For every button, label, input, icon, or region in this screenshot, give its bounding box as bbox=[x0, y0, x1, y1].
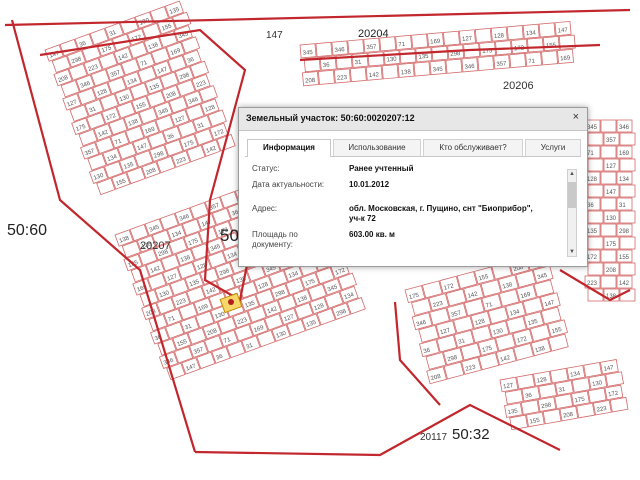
parcel-number: 135 bbox=[587, 229, 598, 235]
parcel-number: 147 bbox=[606, 190, 617, 196]
parcel-number: 31 bbox=[355, 60, 363, 67]
parcel-number: 357 bbox=[496, 61, 507, 68]
parcel-number: 208 bbox=[606, 268, 617, 274]
parcel-number: 357 bbox=[366, 44, 377, 51]
tab-content: Статус: Ранее учтенный Дата актуальности… bbox=[245, 158, 571, 258]
parcel-number: 345 bbox=[432, 67, 443, 74]
scroll-up-icon[interactable]: ▲ bbox=[568, 170, 576, 178]
parcel-number: 130 bbox=[386, 57, 397, 64]
popup-scrollbar[interactable]: ▲ ▼ bbox=[567, 169, 577, 257]
parcel-number: 346 bbox=[619, 125, 630, 131]
date-label: Дата актуальности: bbox=[252, 180, 325, 189]
status-value: Ранее учтенный bbox=[349, 164, 414, 173]
popup-header: Земельный участок: 50:60:0020207:12 × bbox=[239, 108, 587, 131]
parcel-number: 135 bbox=[418, 54, 429, 61]
parcel-number: 172 bbox=[587, 255, 598, 261]
parcel-number: 298 bbox=[619, 229, 630, 235]
address-value: уч-к 72 bbox=[349, 214, 376, 223]
parcel-number: 142 bbox=[369, 72, 380, 79]
parcel-number: 208 bbox=[305, 78, 316, 85]
parcel-number: 138 bbox=[401, 69, 412, 76]
area-value: 603.00 кв. м bbox=[349, 230, 395, 239]
parcel-number: 169 bbox=[560, 55, 571, 62]
parcel-number: 175 bbox=[606, 242, 617, 248]
address-value: обл. Московская, г. Пущино, снт "Биоприб… bbox=[349, 204, 533, 213]
address-label: Адрес: bbox=[252, 204, 278, 213]
tab-who-serves[interactable]: Кто обслуживает? bbox=[423, 139, 523, 156]
scroll-down-icon[interactable]: ▼ bbox=[568, 248, 576, 256]
area-label: документу: bbox=[252, 240, 293, 249]
parcel-number: 169 bbox=[430, 39, 441, 46]
parcel-number: 345 bbox=[303, 50, 314, 57]
parcel-info-popup[interactable]: Земельный участок: 50:60:0020207:12 × Ин… bbox=[238, 107, 588, 267]
parcel-number: 31 bbox=[619, 203, 626, 209]
parcel-number: 169 bbox=[619, 151, 630, 157]
area-label: Площадь по bbox=[252, 230, 298, 239]
parcel-number: 134 bbox=[619, 177, 630, 183]
popup-title: Земельный участок: 50:60:0020207:12 bbox=[246, 113, 415, 123]
parcel-number: 147 bbox=[558, 28, 569, 35]
parcel-number: 71 bbox=[398, 42, 406, 49]
parcel-number: 142 bbox=[619, 281, 630, 287]
date-value: 10.01.2012 bbox=[349, 180, 390, 189]
tab-services[interactable]: Услуги bbox=[525, 139, 581, 156]
status-label: Статус: bbox=[252, 164, 280, 173]
parcel-number: 155 bbox=[619, 255, 630, 261]
parcel-number: 346 bbox=[464, 64, 475, 71]
close-icon[interactable]: × bbox=[573, 112, 579, 123]
parcel-number: 134 bbox=[526, 30, 537, 37]
parcel-number: 71 bbox=[528, 59, 536, 66]
parcel-number: 345 bbox=[587, 125, 598, 131]
parcel-number: 36 bbox=[587, 203, 594, 209]
parcel-number: 357 bbox=[606, 138, 617, 144]
parcel-number: 127 bbox=[606, 164, 617, 170]
parcel-number: 130 bbox=[606, 216, 617, 222]
parcel-number: 128 bbox=[494, 33, 505, 40]
parcel-number: 128 bbox=[587, 177, 598, 183]
parcel-number: 36 bbox=[323, 62, 331, 69]
scroll-thumb[interactable] bbox=[568, 182, 576, 208]
tab-usage[interactable]: Использование bbox=[333, 139, 421, 156]
parcel-number: 127 bbox=[462, 36, 473, 43]
parcel-number: 223 bbox=[337, 75, 348, 82]
tab-information[interactable]: Информация bbox=[247, 139, 331, 157]
popup-tabs: Информация Использование Кто обслуживает… bbox=[245, 139, 581, 157]
parcel-number: 346 bbox=[334, 47, 345, 54]
parcel-number: 71 bbox=[587, 151, 594, 157]
